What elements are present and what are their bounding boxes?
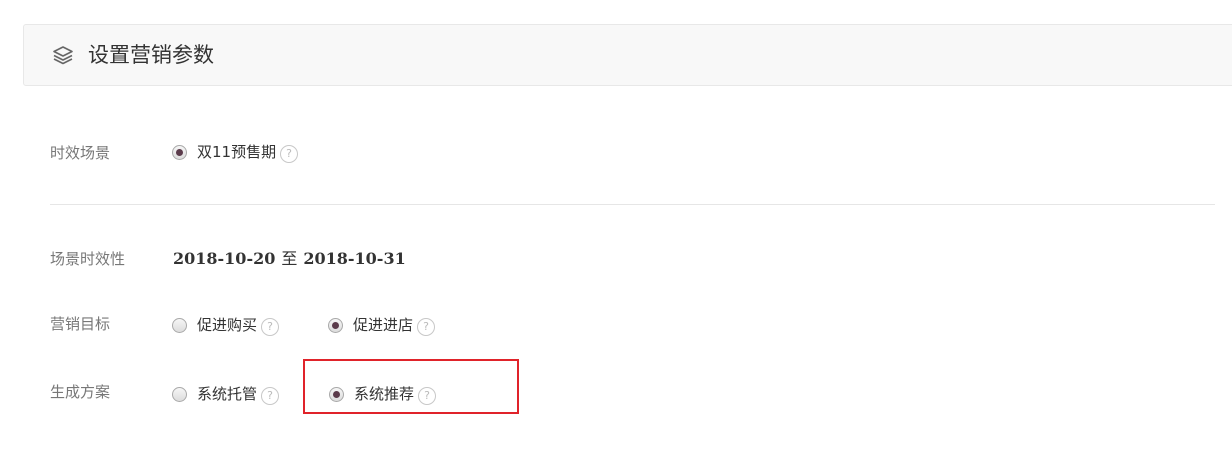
radio-buy-label: 促进购买 — [197, 316, 258, 334]
radio-managed-label: 系统托管 — [197, 385, 258, 403]
plan-label: 生成方案 — [50, 383, 111, 401]
end-date: 2018-10-31 — [303, 249, 406, 268]
radio-visit-label: 促进进店 — [353, 316, 414, 334]
radio-presale[interactable] — [172, 144, 187, 160]
help-icon[interactable]: ? — [261, 387, 280, 405]
radio-recommend[interactable] — [329, 386, 344, 402]
help-icon[interactable]: ? — [418, 387, 437, 405]
help-icon[interactable]: ? — [261, 318, 280, 336]
radio-buy[interactable] — [172, 317, 187, 333]
start-date: 2018-10-20 — [173, 249, 276, 268]
divider — [50, 204, 1215, 205]
date-range: 2018-10-20 至 2018-10-31 — [173, 249, 406, 269]
plan-option-managed[interactable]: 系统托管 ? — [172, 383, 280, 405]
timing-label: 场景时效性 — [50, 250, 126, 268]
scene-option-presale[interactable]: 双11预售期 ? — [172, 141, 299, 163]
help-icon[interactable]: ? — [417, 318, 436, 336]
goal-option-visit[interactable]: 促进进店 ? — [328, 314, 436, 336]
radio-presale-label: 双11预售期 — [197, 143, 277, 161]
layers-icon — [53, 46, 73, 65]
radio-recommend-label: 系统推荐 — [354, 385, 415, 403]
goal-label: 营销目标 — [50, 315, 111, 333]
radio-managed[interactable] — [172, 386, 187, 402]
date-separator: 至 — [281, 249, 298, 268]
help-icon[interactable]: ? — [280, 145, 299, 163]
plan-option-recommend[interactable]: 系统推荐 ? — [329, 383, 437, 405]
page-title: 设置营销参数 — [88, 43, 214, 67]
panel-header: 设置营销参数 — [23, 24, 1232, 86]
goal-option-buy[interactable]: 促进购买 ? — [172, 314, 280, 336]
radio-visit[interactable] — [328, 317, 343, 333]
scene-label: 时效场景 — [50, 144, 111, 162]
